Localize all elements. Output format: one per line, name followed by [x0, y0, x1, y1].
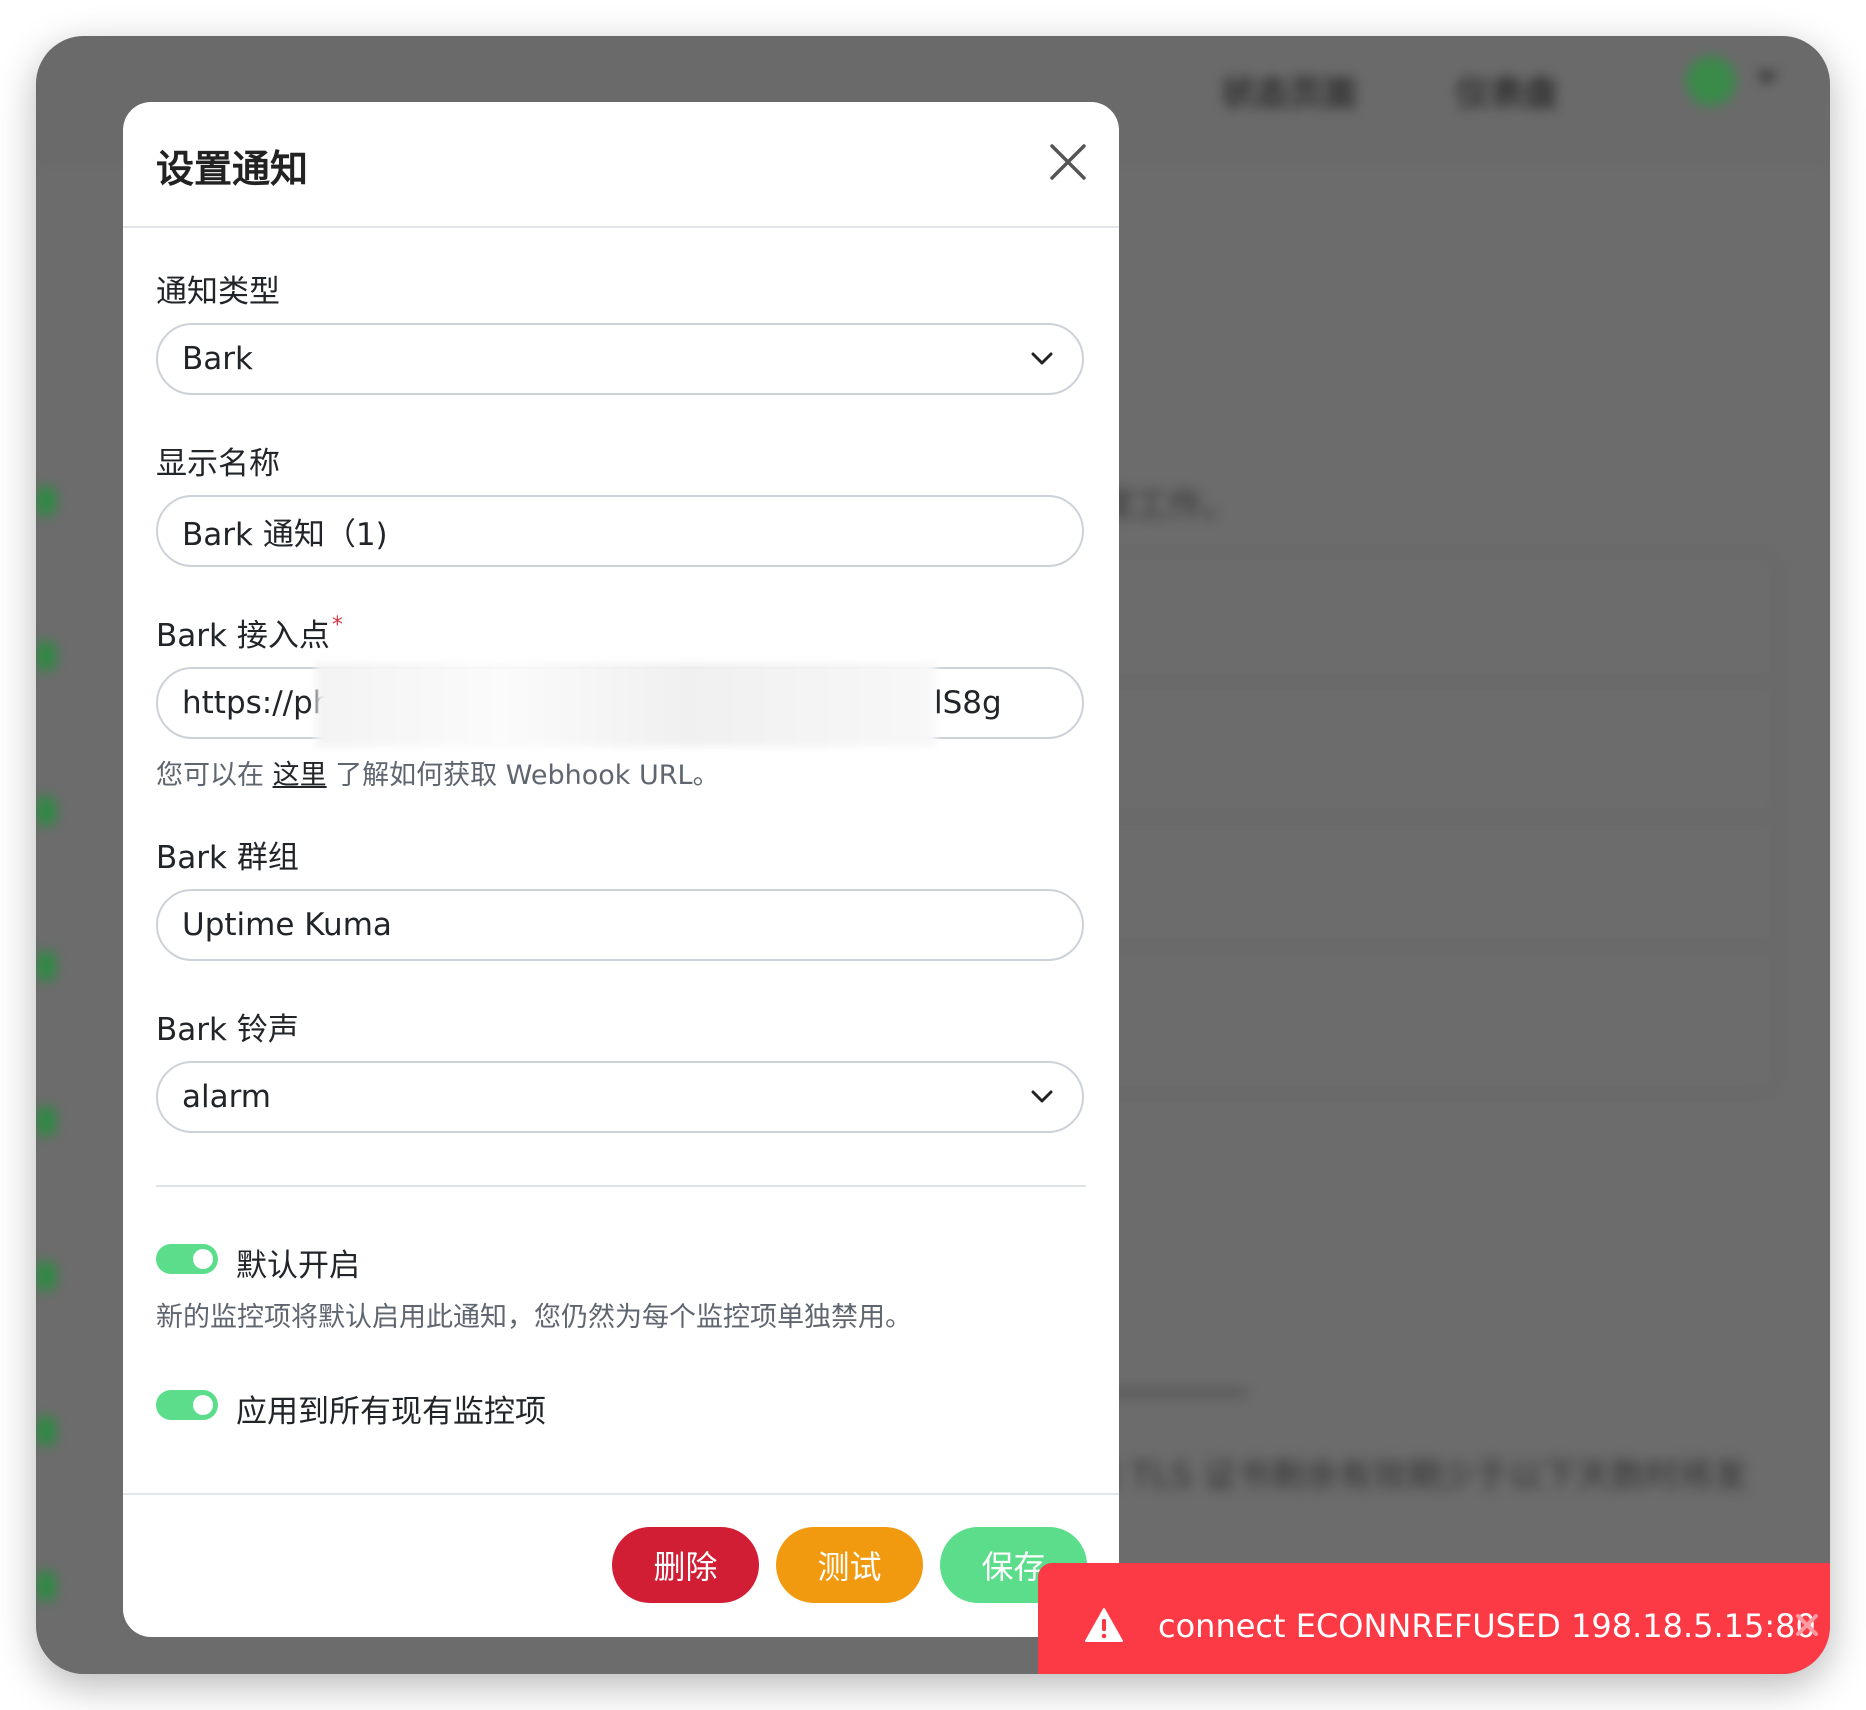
- status-dot: [36, 641, 56, 671]
- endpoint-label: Bark 接入点*: [156, 610, 343, 655]
- toggle-knob: [193, 1249, 213, 1269]
- delete-button[interactable]: 删除: [612, 1527, 759, 1603]
- status-dot: [36, 486, 56, 516]
- status-dot: [36, 1416, 56, 1446]
- sound-value: alarm: [182, 1079, 272, 1115]
- toggle-knob: [193, 1395, 213, 1415]
- notification-settings-dialog: 设置通知 通知类型 Bark 显示名称 Bark 通知（1) Bark 接入点*…: [123, 102, 1119, 1637]
- error-toast: connect ECONNREFUSED 198.18.5.15:80: [1038, 1563, 1830, 1674]
- group-value: Uptime Kuma: [182, 907, 392, 943]
- test-button[interactable]: 测试: [776, 1527, 923, 1603]
- background-text: 的 TLS 证书剩余有效期少于以下天数时将发: [1086, 1456, 1747, 1496]
- default-enabled-description: 新的监控项将默认启用此通知，您仍然为每个监控项单独禁用。: [156, 1302, 912, 1333]
- help-prefix: 您可以在: [156, 760, 264, 791]
- close-icon[interactable]: [1793, 1611, 1821, 1639]
- group-label: Bark 群组: [156, 840, 299, 876]
- status-dot: [36, 951, 56, 981]
- endpoint-input[interactable]: https://ph lS8g: [156, 663, 1084, 747]
- apply-existing-toggle[interactable]: [156, 1390, 218, 1420]
- chevron-down-icon: [1031, 352, 1053, 365]
- nav-dashboard[interactable]: 仪表盘: [1456, 66, 1558, 114]
- notification-type-value: Bark: [182, 341, 253, 377]
- status-dot: [36, 1261, 56, 1291]
- endpoint-value-start: https://ph: [182, 685, 333, 721]
- help-suffix: 了解如何获取 Webhook URL。: [335, 760, 720, 791]
- notification-type-select[interactable]: Bark: [156, 323, 1084, 395]
- background-card: [1086, 551, 1780, 1095]
- required-mark: *: [331, 613, 343, 638]
- close-button[interactable]: [1048, 142, 1088, 182]
- sound-label: Bark 铃声: [156, 1012, 299, 1048]
- status-dot: [36, 1106, 56, 1136]
- close-icon: [1050, 144, 1086, 180]
- display-name-value: Bark 通知（1): [182, 516, 388, 553]
- dialog-title: 设置通知: [156, 147, 309, 191]
- divider: [1086, 681, 1776, 683]
- footer-divider: [123, 1493, 1119, 1495]
- avatar[interactable]: [1686, 56, 1736, 106]
- display-name-input[interactable]: Bark 通知（1): [156, 495, 1084, 567]
- endpoint-label-text: Bark 接入点: [156, 618, 330, 654]
- chevron-down-icon[interactable]: [1756, 72, 1778, 84]
- sound-select[interactable]: alarm: [156, 1061, 1084, 1133]
- app-window: 状态页面 仪表盘 正常工作。 的 TLS 证书剩余有效期少于以下天数时将发 设置…: [36, 36, 1830, 1674]
- help-link[interactable]: 这里: [273, 760, 327, 791]
- divider: [156, 1185, 1086, 1187]
- toast-message: connect ECONNREFUSED 198.18.5.15:80: [1158, 1607, 1816, 1645]
- apply-existing-label: 应用到所有现有监控项: [236, 1394, 546, 1430]
- status-dot: [36, 1571, 56, 1601]
- status-dot: [36, 796, 56, 826]
- webhook-help-text: 您可以在 这里 了解如何获取 Webhook URL。: [156, 753, 720, 792]
- dialog-header: 设置通知: [123, 102, 1119, 228]
- divider: [1086, 946, 1776, 948]
- notification-type-label: 通知类型: [156, 274, 280, 310]
- group-input[interactable]: Uptime Kuma: [156, 889, 1084, 961]
- redacted-blur: [316, 663, 936, 747]
- chevron-down-icon: [1031, 1090, 1053, 1103]
- display-name-label: 显示名称: [156, 446, 280, 482]
- default-enabled-label: 默认开启: [236, 1248, 360, 1284]
- warning-icon: [1085, 1608, 1123, 1642]
- nav-status-page[interactable]: 状态页面: [1221, 66, 1357, 114]
- endpoint-value-end: lS8g: [934, 685, 1002, 721]
- divider: [1086, 816, 1776, 818]
- default-enabled-toggle[interactable]: [156, 1244, 218, 1274]
